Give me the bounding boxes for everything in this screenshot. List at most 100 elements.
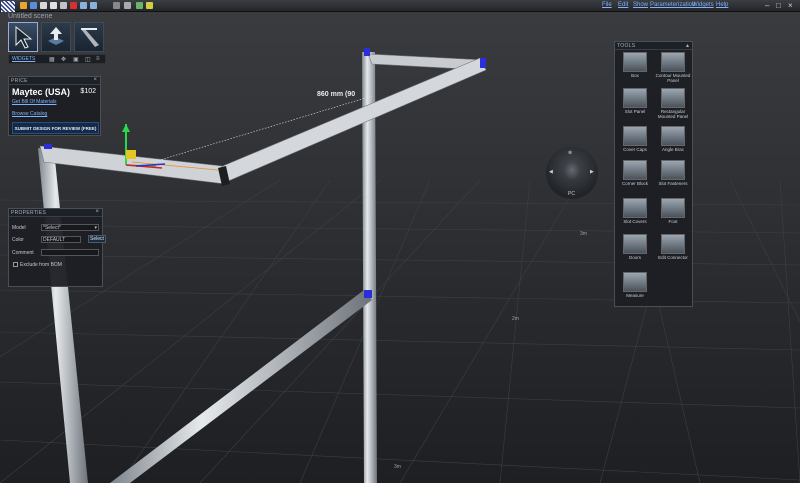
- copy-icon[interactable]: [50, 2, 57, 9]
- collapse-icon[interactable]: ▴: [686, 42, 689, 49]
- edit-connector-icon: [661, 234, 685, 254]
- tool-doors[interactable]: Doors: [617, 234, 653, 260]
- minimize-icon[interactable]: –: [765, 1, 769, 10]
- menu-edit[interactable]: Edit: [618, 2, 628, 8]
- box-frame-icon: [623, 52, 647, 72]
- snap-tool-icon[interactable]: [136, 2, 143, 9]
- tool-rect-panel[interactable]: Rectangular Mounted Panel: [655, 88, 691, 119]
- redo-icon[interactable]: [90, 2, 97, 9]
- open-folder-icon[interactable]: [20, 2, 27, 9]
- close-icon[interactable]: ×: [95, 209, 99, 215]
- doors-icon: [623, 234, 647, 254]
- top-toolbar: File Edit Show Parameterization Widgets …: [0, 0, 800, 12]
- connector: [364, 48, 370, 56]
- stack-icon[interactable]: ≡: [96, 56, 100, 62]
- dimension-label: 860 mm (90: [317, 91, 356, 98]
- close-icon[interactable]: ×: [788, 1, 793, 10]
- comment-input[interactable]: [41, 249, 99, 256]
- price-panel: PRICE × Maytec (USA) $102 Get Bill Of Ma…: [8, 76, 101, 136]
- nav-label: PC: [568, 191, 575, 197]
- extrude-arrow-icon: [48, 27, 64, 45]
- nav-right-icon[interactable]: ▶: [590, 169, 594, 175]
- vendor-name: Maytec (USA): [12, 87, 71, 97]
- properties-panel-title: PROPERTIES: [11, 210, 47, 216]
- menu-parameterization[interactable]: Parameterization: [650, 2, 695, 8]
- view-icon[interactable]: ◫: [85, 56, 91, 63]
- tool-corner-block[interactable]: Corner Block: [617, 160, 653, 186]
- tool-slot-covers[interactable]: Slot Covers: [617, 198, 653, 224]
- scene-title: Untitled scene: [8, 13, 53, 20]
- widgets-bar: WIDGETS ▦ ✥ ▣ ◫ ≡: [8, 54, 106, 64]
- widgets-panel: WIDGETS ▦ ✥ ▣ ◫ ≡: [8, 22, 106, 65]
- measure-icon: [623, 272, 647, 292]
- cover-caps-icon: [623, 126, 647, 146]
- gizmo-plane: [126, 150, 136, 159]
- model-select[interactable]: *Select* ▾: [41, 224, 99, 231]
- bill-of-materials-link[interactable]: Get Bill Of Materials: [12, 99, 56, 105]
- move-widget-icon[interactable]: ✥: [61, 56, 66, 63]
- close-icon[interactable]: ×: [93, 77, 97, 83]
- paste-icon[interactable]: [60, 2, 67, 9]
- grid-label: 2m: [512, 316, 519, 322]
- price-panel-title: PRICE: [11, 78, 28, 84]
- tools-panel-title: TOOLS: [617, 43, 636, 49]
- grid-label: 3m: [580, 231, 587, 237]
- browse-catalog-link[interactable]: Browse Catalog: [12, 111, 47, 117]
- price-value: $102: [80, 88, 96, 95]
- cursor-arrow-icon: [15, 25, 33, 49]
- slot-covers-icon: [623, 198, 647, 218]
- rotate-tool-icon[interactable]: [124, 2, 131, 9]
- contour-panel-icon: [661, 52, 685, 72]
- angle-profile-icon: [81, 28, 99, 47]
- save-icon[interactable]: [30, 2, 37, 9]
- new-document-icon[interactable]: [40, 2, 47, 9]
- move-tool-icon[interactable]: [113, 2, 120, 9]
- grid-settings-icon[interactable]: ▦: [49, 56, 55, 63]
- nav-left-icon[interactable]: ◀: [549, 169, 553, 175]
- exclude-bom-label: Exclude from BOM: [20, 262, 62, 268]
- slot-fasteners-icon: [661, 160, 685, 180]
- color-value: DEFAULT: [41, 236, 81, 243]
- tools-panel: TOOLS ▴ Box Contour Mounted Panel Slot P…: [614, 41, 693, 307]
- widgets-label[interactable]: WIDGETS: [12, 56, 35, 62]
- connector: [364, 290, 372, 298]
- app-logo-icon: [1, 1, 15, 12]
- slot-panel-icon: [623, 88, 647, 108]
- tool-angle-bracket[interactable]: Angle Brac: [655, 126, 691, 152]
- navigation-cube[interactable]: ⊗ PC ◀ ▶: [546, 147, 598, 199]
- grid-label: 3m: [394, 464, 401, 470]
- extrude-tool-button[interactable]: [41, 22, 71, 52]
- menu-widgets[interactable]: Widgets: [692, 2, 714, 8]
- submit-design-button[interactable]: SUBMIT DESIGN FOR REVIEW (FREE): [12, 122, 99, 134]
- tool-slot-fasteners[interactable]: Slot Fasteners: [655, 160, 691, 186]
- tool-measure[interactable]: Measure: [617, 272, 653, 298]
- model-label: Model: [12, 225, 26, 231]
- angle-bracket-icon: [661, 126, 685, 146]
- select-tool-button[interactable]: [8, 22, 38, 52]
- chevron-down-icon: ▾: [94, 225, 97, 231]
- color-label: Color: [12, 237, 24, 243]
- foot-icon: [661, 198, 685, 218]
- maximize-icon[interactable]: □: [776, 1, 781, 10]
- select-color-button[interactable]: Select: [88, 235, 106, 243]
- delete-icon[interactable]: [70, 2, 77, 9]
- tool-edit-connector[interactable]: Edit Connector: [655, 234, 691, 260]
- menu-show[interactable]: Show: [633, 2, 648, 8]
- properties-panel: PROPERTIES × Model *Select* ▾ Color DEFA…: [8, 208, 106, 287]
- comment-label: Comment: [12, 250, 34, 256]
- connector: [44, 144, 52, 149]
- menu-file[interactable]: File: [602, 2, 612, 8]
- angle-tool-button[interactable]: [74, 22, 104, 52]
- tool-slot-panel[interactable]: Slot Panel: [617, 88, 653, 114]
- tool-contour-panel[interactable]: Contour Mounted Panel: [655, 52, 691, 83]
- tool-foot[interactable]: Foot: [655, 198, 691, 224]
- tool-box[interactable]: Box: [617, 52, 653, 78]
- corner-block-icon: [623, 160, 647, 180]
- layers-icon[interactable]: ▣: [73, 56, 79, 63]
- undo-icon[interactable]: [80, 2, 87, 9]
- tool-cover-caps[interactable]: Cover Caps: [617, 126, 653, 152]
- rect-panel-icon: [661, 88, 685, 108]
- menu-help[interactable]: Help: [716, 2, 728, 8]
- exclude-bom-checkbox[interactable]: [13, 262, 18, 267]
- grid-tool-icon[interactable]: [146, 2, 153, 9]
